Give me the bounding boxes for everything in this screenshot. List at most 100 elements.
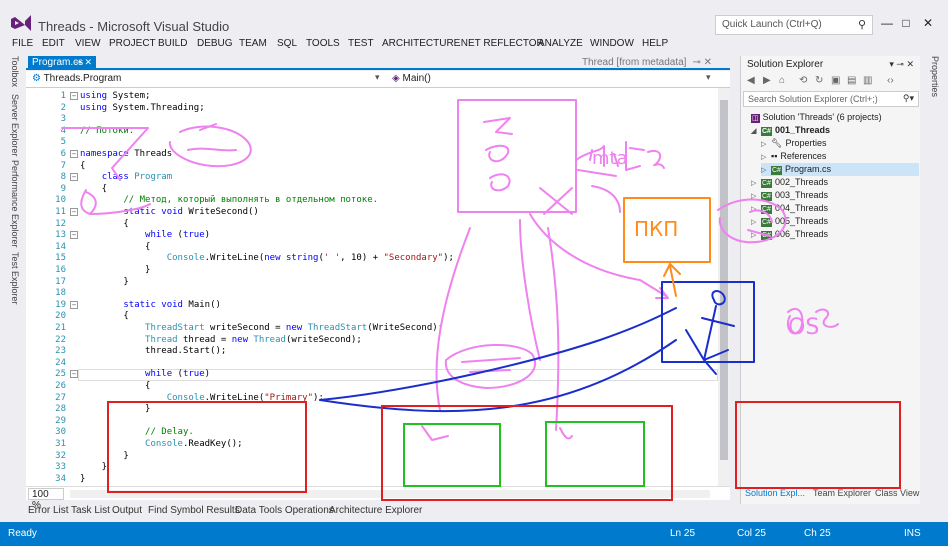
code-line[interactable]: 5 [26,136,716,148]
fold-toggle-icon[interactable]: − [70,150,78,158]
forward-icon[interactable]: ▶ [763,75,771,86]
code-line[interactable]: 1− using System; [26,90,716,102]
code-line[interactable]: 34} [26,473,716,485]
tree-project-003[interactable]: ▷ C# 003_Threads [751,189,828,202]
tab-thread-metadata[interactable]: Thread [from metadata] ⊸ ✕ [576,57,712,68]
toolbox-tab[interactable]: Toolbox [10,56,20,87]
menu-debug[interactable]: DEBUG [197,38,233,49]
fold-toggle-icon[interactable]: − [70,370,78,379]
code-line[interactable]: 4 // Потоки. [26,125,716,137]
code-line[interactable]: 7{ [26,160,716,172]
code-line[interactable]: 19− static void Main() [26,299,716,311]
type-dropdown[interactable]: ⚙ Threads.Program [28,72,386,86]
fold-toggle-icon[interactable]: − [70,208,78,216]
menu-test[interactable]: TEST [348,38,374,49]
solution-search-input[interactable]: Search Solution Explorer (Ctrl+;) ⚲▾ [743,91,919,107]
code-line[interactable]: 16 } [26,264,716,276]
menu-team[interactable]: TEAM [239,38,267,49]
code-line[interactable]: 20 { [26,310,716,322]
code-line[interactable]: 12 { [26,218,716,230]
fold-toggle-icon[interactable]: − [70,92,78,100]
menu-analyze[interactable]: ANALYZE [538,38,583,49]
tree-project-002[interactable]: ▷ C# 002_Threads [751,176,828,189]
tree-program-cs[interactable]: ▷ C# Program.cs [761,163,919,176]
code-line[interactable]: 26 { [26,380,716,392]
menu-file[interactable]: FILE [12,38,33,49]
tab-architecture-explorer[interactable]: Architecture Explorer [329,505,422,516]
code-line[interactable]: 11− static void WriteSecond() [26,206,716,218]
code-line[interactable]: 32 } [26,450,716,462]
tree-project-005[interactable]: ▷ C# 005_Threads [751,215,828,228]
tab-find-symbol-results[interactable]: Find Symbol Results [148,505,240,516]
tab-class-view[interactable]: Class View [875,488,919,498]
pin-icon[interactable]: ⊸ ✕ [692,57,712,68]
minimize-button[interactable]: — [879,16,895,30]
fold-toggle-icon[interactable]: − [70,231,78,240]
collapsed-arrow-icon[interactable]: ▷ [751,229,761,242]
tab-program-cs[interactable]: Program.cs ⊸ ✕ [28,56,96,70]
code-line[interactable]: 25− while (true) [26,368,716,380]
code-line[interactable]: 28 } [26,403,716,415]
code-line[interactable]: 15 Console.WriteLine(new string(' ', 10)… [26,252,716,264]
collapse-all-icon[interactable]: ▣ [831,75,840,86]
properties-icon[interactable]: ▤ [847,75,856,86]
scrollbar-thumb[interactable] [720,100,728,460]
properties-tab[interactable]: Properties [930,56,940,97]
menu-view[interactable]: VIEW [75,38,101,49]
tab-data-tools-operations[interactable]: Data Tools Operations [235,505,334,516]
menu-project[interactable]: PROJECT [109,38,156,49]
menu-window[interactable]: WINDOW [590,38,634,49]
code-line[interactable]: 23 thread.Start(); [26,345,716,357]
menu-sql[interactable]: SQL [277,38,297,49]
code-line[interactable]: 22 Thread thread = new Thread(writeSecon… [26,334,716,346]
tab-team-explorer[interactable]: Team Explorer [813,488,871,498]
code-line[interactable]: 3 [26,113,716,125]
server-explorer-tab[interactable]: Server Explorer [10,94,20,157]
code-line[interactable]: 14 { [26,241,716,253]
code-editor[interactable]: 1− using System; 2 using System.Threading; 3… [26,88,730,486]
expanded-arrow-icon[interactable]: ◢ [751,125,761,138]
tree-project-001[interactable]: ◢ C# 001_Threads [751,124,830,137]
menu-tools[interactable]: TOOLS [306,38,340,49]
tree-project-004[interactable]: ▷ C# 004_Threads [751,202,828,215]
code-line[interactable]: 9 { [26,183,716,195]
back-icon[interactable]: ◀ [747,75,755,86]
maximize-button[interactable]: □ [898,16,914,30]
code-line[interactable]: 18 [26,287,716,299]
code-line[interactable]: 2 using System.Threading; [26,102,716,114]
refresh-icon[interactable]: ↻ [815,75,823,86]
test-explorer-tab[interactable]: Test Explorer [10,252,20,305]
performance-explorer-tab[interactable]: Performance Explorer [10,160,20,248]
tree-project-006[interactable]: ▷ C# 006_Threads [751,228,828,241]
code-line[interactable]: 21 ThreadStart writeSecond = new ThreadS… [26,322,716,334]
tab-error-list[interactable]: Error List [28,505,69,516]
fold-toggle-icon[interactable]: − [70,173,78,182]
code-line[interactable]: 8− class Program [26,171,716,183]
code-line[interactable]: 10 // Метод, который выполнять в отдельн… [26,194,716,206]
menu-edit[interactable]: EDIT [42,38,65,49]
code-line[interactable]: 29 [26,415,716,427]
zoom-dropdown[interactable]: 100 % [28,488,64,511]
show-all-files-icon[interactable]: ▥ [863,75,872,86]
tree-references[interactable]: ▷ ▪▪ References [761,150,826,163]
code-line[interactable]: 30 // Delay. [26,426,716,438]
code-icon[interactable]: ‹› [887,75,894,86]
close-button[interactable]: ✕ [920,16,936,30]
code-line[interactable]: 24 [26,357,716,369]
code-line[interactable]: 6− namespace Threads [26,148,716,160]
code-line[interactable]: 27 Console.WriteLine("Primary"); [26,392,716,404]
horizontal-scrollbar[interactable] [70,490,710,498]
code-line[interactable]: 31 Console.ReadKey(); [26,438,716,450]
sync-icon[interactable]: ⟲ [799,75,807,86]
vertical-scrollbar[interactable] [718,88,730,486]
code-line[interactable]: 17 } [26,276,716,288]
menu-help[interactable]: HELP [642,38,668,49]
menu-architecture[interactable]: ARCHITECTURE [382,38,460,49]
tab-solution-explorer[interactable]: Solution Expl... [745,488,805,498]
tree-solution[interactable]: ◫ Solution 'Threads' (6 projects) [751,111,882,124]
fold-toggle-icon[interactable]: − [70,300,78,309]
member-dropdown[interactable]: ◈ Main() [388,72,718,86]
tab-task-list[interactable]: Task List [71,505,110,516]
tab-output[interactable]: Output [112,505,142,516]
panel-controls[interactable]: ▾ ⊸ ✕ [889,59,914,70]
